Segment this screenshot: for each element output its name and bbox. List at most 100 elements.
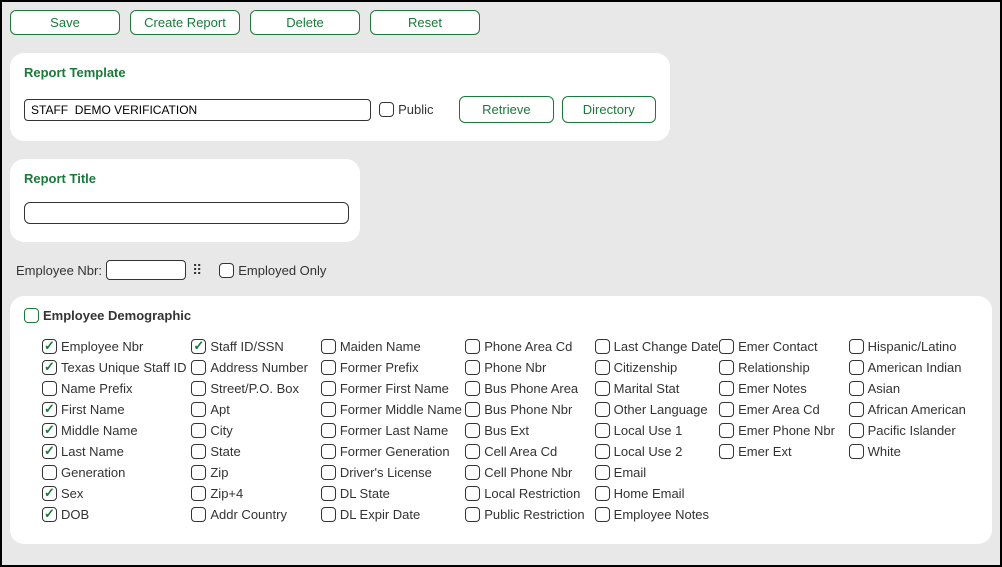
field-checkbox[interactable]: Texas Unique Staff ID <box>42 360 191 375</box>
field-checkbox[interactable]: Employee Notes <box>595 507 719 522</box>
field-checkbox[interactable]: City <box>191 423 320 438</box>
field-checkbox[interactable]: Email <box>595 465 719 480</box>
field-checkbox[interactable]: Citizenship <box>595 360 719 375</box>
field-checkbox-label: Phone Nbr <box>484 360 546 375</box>
field-checkbox[interactable]: Phone Nbr <box>465 360 594 375</box>
field-checkbox-label: Phone Area Cd <box>484 339 572 354</box>
field-checkbox[interactable]: American Indian <box>849 360 978 375</box>
field-checkbox-label: Cell Phone Nbr <box>484 465 572 480</box>
field-checkbox[interactable]: Other Language <box>595 402 719 417</box>
checkbox-icon <box>379 102 394 117</box>
field-checkbox[interactable]: Generation <box>42 465 191 480</box>
field-checkbox-label: First Name <box>61 402 125 417</box>
field-checkbox[interactable]: African American <box>849 402 978 417</box>
field-checkbox[interactable]: Local Restriction <box>465 486 594 501</box>
field-checkbox[interactable]: Relationship <box>719 360 848 375</box>
checkbox-icon <box>191 402 206 417</box>
field-checkbox[interactable]: Zip+4 <box>191 486 320 501</box>
field-checkbox[interactable]: Street/P.O. Box <box>191 381 320 396</box>
field-checkbox[interactable]: Phone Area Cd <box>465 339 594 354</box>
reset-button[interactable]: Reset <box>370 10 480 35</box>
report-title-input[interactable] <box>24 202 349 224</box>
field-checkbox[interactable]: Last Change Date <box>595 339 719 354</box>
report-template-input[interactable] <box>24 99 371 121</box>
field-checkbox-label: American Indian <box>868 360 962 375</box>
field-checkbox[interactable]: Bus Phone Nbr <box>465 402 594 417</box>
field-checkbox[interactable]: Emer Phone Nbr <box>719 423 848 438</box>
demographic-column: Last Change Date Citizenship Marital Stat O… <box>595 339 719 522</box>
field-checkbox[interactable]: Maiden Name <box>321 339 465 354</box>
field-checkbox[interactable]: Addr Country <box>191 507 320 522</box>
checkbox-icon <box>719 339 734 354</box>
field-checkbox[interactable]: Bus Phone Area <box>465 381 594 396</box>
employed-only-checkbox[interactable]: Employed Only <box>219 263 326 278</box>
field-checkbox[interactable]: Former First Name <box>321 381 465 396</box>
field-checkbox[interactable]: Zip <box>191 465 320 480</box>
field-checkbox[interactable]: White <box>849 444 978 459</box>
field-checkbox-label: Local Use 1 <box>614 423 683 438</box>
field-checkbox[interactable]: Former Middle Name <box>321 402 465 417</box>
field-checkbox[interactable]: State <box>191 444 320 459</box>
field-checkbox-label: Emer Contact <box>738 339 817 354</box>
demographic-columns: Employee Nbr Texas Unique Staff ID Name Pr… <box>24 339 978 522</box>
public-label: Public <box>398 102 433 117</box>
field-checkbox[interactable]: DL State <box>321 486 465 501</box>
field-checkbox[interactable]: Sex <box>42 486 191 501</box>
field-checkbox[interactable]: Former Generation <box>321 444 465 459</box>
field-checkbox-label: Employee Nbr <box>61 339 143 354</box>
field-checkbox-label: Emer Area Cd <box>738 402 820 417</box>
checkbox-icon <box>719 360 734 375</box>
field-checkbox[interactable]: Former Prefix <box>321 360 465 375</box>
checkbox-icon <box>465 381 480 396</box>
field-checkbox[interactable]: Name Prefix <box>42 381 191 396</box>
field-checkbox[interactable]: Emer Notes <box>719 381 848 396</box>
field-checkbox[interactable]: Emer Contact <box>719 339 848 354</box>
employee-nbr-input[interactable] <box>106 260 186 280</box>
field-checkbox[interactable]: Marital Stat <box>595 381 719 396</box>
field-checkbox[interactable]: Last Name <box>42 444 191 459</box>
retrieve-button[interactable]: Retrieve <box>459 96 553 123</box>
field-checkbox[interactable]: Emer Ext <box>719 444 848 459</box>
field-checkbox[interactable]: Emer Area Cd <box>719 402 848 417</box>
field-checkbox[interactable]: Local Use 2 <box>595 444 719 459</box>
field-checkbox[interactable]: Asian <box>849 381 978 396</box>
field-checkbox[interactable]: Bus Ext <box>465 423 594 438</box>
employee-nbr-picker-icon[interactable]: ⠿ <box>190 264 203 276</box>
field-checkbox-label: African American <box>868 402 966 417</box>
field-checkbox[interactable]: Address Number <box>191 360 320 375</box>
field-checkbox[interactable]: First Name <box>42 402 191 417</box>
field-checkbox[interactable]: Local Use 1 <box>595 423 719 438</box>
field-checkbox[interactable]: Cell Area Cd <box>465 444 594 459</box>
field-checkbox[interactable]: Home Email <box>595 486 719 501</box>
field-checkbox-label: Street/P.O. Box <box>210 381 299 396</box>
field-checkbox[interactable]: Middle Name <box>42 423 191 438</box>
field-checkbox[interactable]: Employee Nbr <box>42 339 191 354</box>
field-checkbox[interactable]: Pacific Islander <box>849 423 978 438</box>
employee-demographic-checkbox[interactable]: Employee Demographic <box>24 308 191 323</box>
field-checkbox[interactable]: DOB <box>42 507 191 522</box>
public-checkbox[interactable]: Public <box>379 102 433 117</box>
field-checkbox-label: DL State <box>340 486 390 501</box>
field-checkbox-label: Home Email <box>614 486 685 501</box>
field-checkbox[interactable]: Public Restriction <box>465 507 594 522</box>
field-checkbox-label: White <box>868 444 901 459</box>
field-checkbox[interactable]: Driver's License <box>321 465 465 480</box>
field-checkbox-label: Zip <box>210 465 228 480</box>
create-report-button[interactable]: Create Report <box>130 10 240 35</box>
field-checkbox[interactable]: DL Expir Date <box>321 507 465 522</box>
field-checkbox-label: Bus Phone Area <box>484 381 578 396</box>
delete-button[interactable]: Delete <box>250 10 360 35</box>
employee-nbr-label: Employee Nbr: <box>16 263 102 278</box>
field-checkbox[interactable]: Former Last Name <box>321 423 465 438</box>
field-checkbox[interactable]: Staff ID/SSN <box>191 339 320 354</box>
field-checkbox[interactable]: Hispanic/Latino <box>849 339 978 354</box>
field-checkbox-label: Employee Notes <box>614 507 709 522</box>
field-checkbox-label: Apt <box>210 402 230 417</box>
save-button[interactable]: Save <box>10 10 120 35</box>
field-checkbox[interactable]: Apt <box>191 402 320 417</box>
checkbox-icon <box>465 444 480 459</box>
directory-button[interactable]: Directory <box>562 96 656 123</box>
field-checkbox-label: DOB <box>61 507 89 522</box>
field-checkbox-label: Sex <box>61 486 83 501</box>
field-checkbox[interactable]: Cell Phone Nbr <box>465 465 594 480</box>
